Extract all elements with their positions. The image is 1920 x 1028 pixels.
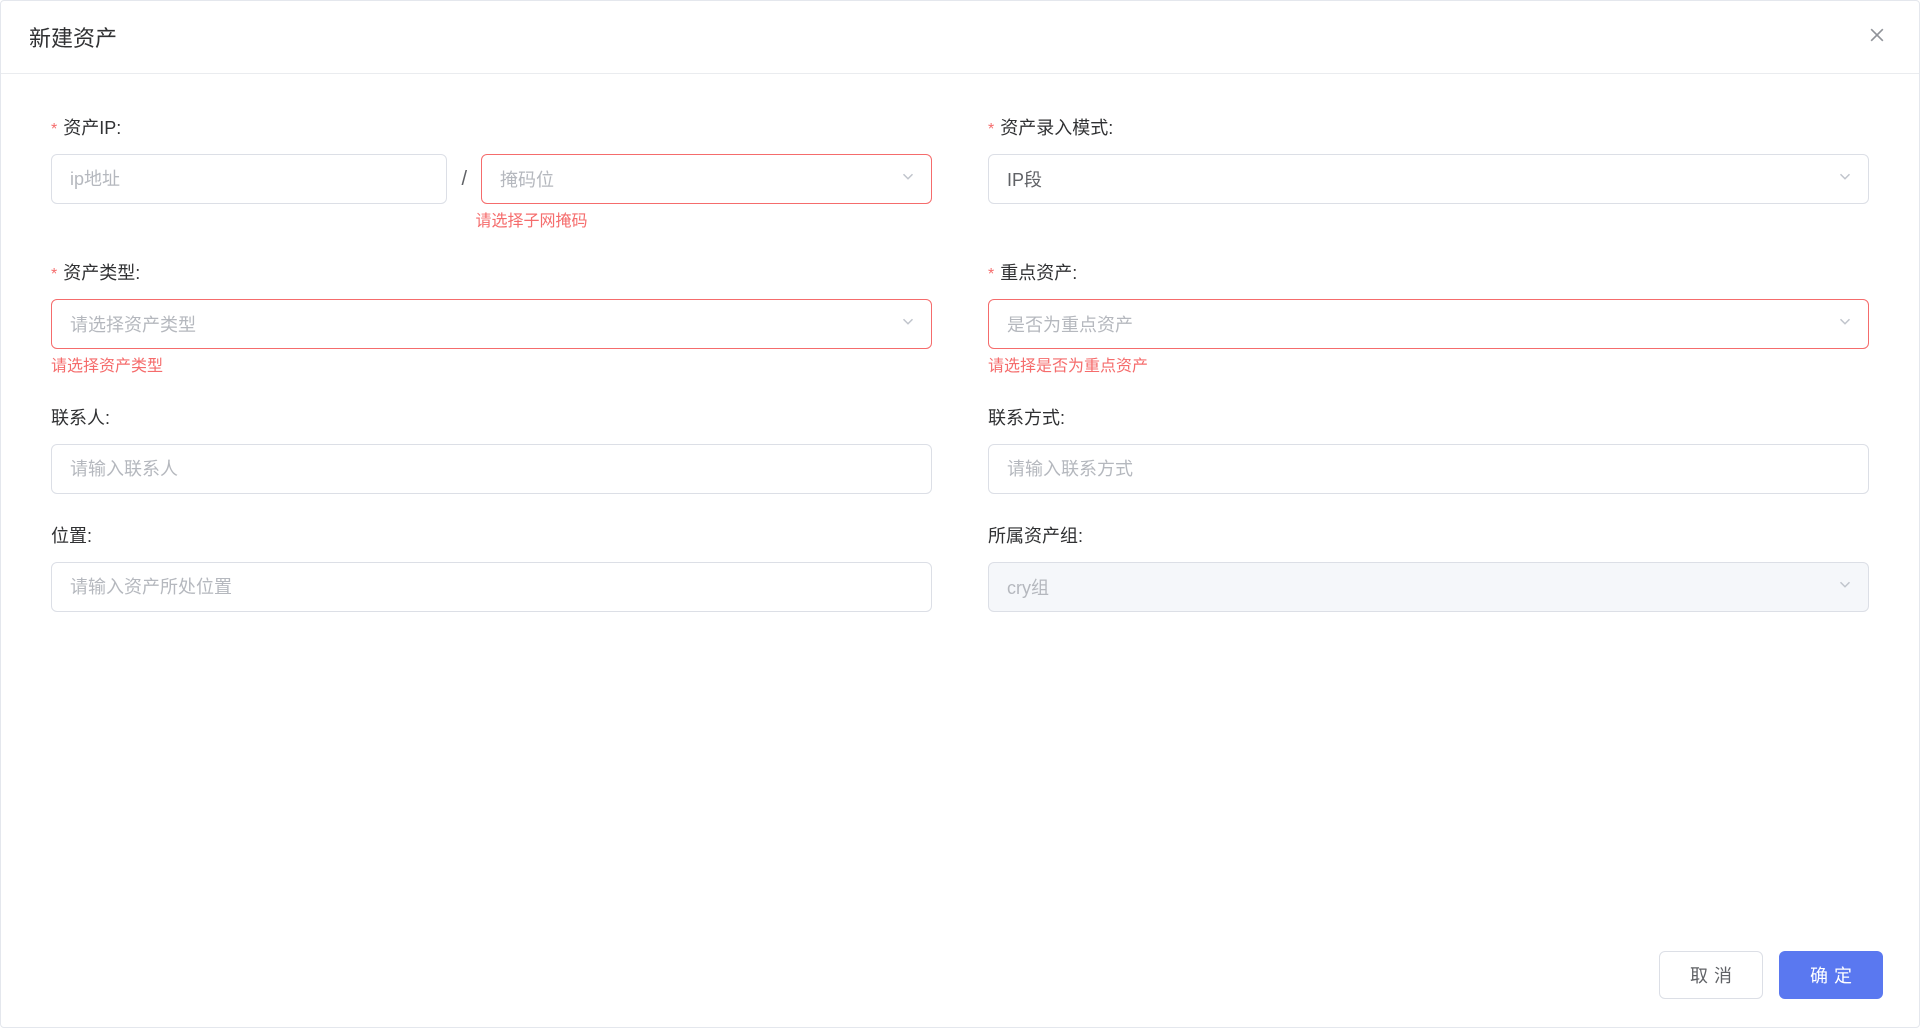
asset-ip-row: / 掩码位 — [51, 154, 932, 204]
chevron-down-icon — [899, 168, 917, 191]
contact-person-input[interactable] — [51, 444, 932, 494]
close-icon — [1867, 25, 1887, 45]
key-asset-select[interactable]: 是否为重点资产 — [988, 299, 1869, 349]
location-label: 位置: — [51, 522, 932, 548]
form-item-asset-type: * 资产类型: 请选择资产类型 请选择资产类型 — [51, 259, 932, 376]
location-input[interactable] — [51, 562, 932, 612]
required-mark: * — [51, 266, 57, 284]
form-item-contact-method: 联系方式: — [988, 404, 1869, 494]
label-text: 资产类型: — [63, 259, 140, 285]
dialog-body: * 资产IP: / 掩码位 请选择子网掩码 — [1, 74, 1919, 931]
dialog-footer: 取消 确定 — [1, 931, 1919, 1027]
required-mark: * — [988, 121, 994, 139]
chevron-down-icon — [1836, 576, 1854, 599]
subnet-mask-select[interactable]: 掩码位 — [481, 154, 932, 204]
contact-method-label: 联系方式: — [988, 404, 1869, 430]
select-value: cry组 — [1007, 574, 1049, 600]
chevron-down-icon — [1836, 313, 1854, 336]
form-item-entry-mode: * 资产录入模式: IP段 — [988, 114, 1869, 231]
required-mark: * — [988, 266, 994, 284]
asset-type-label: * 资产类型: — [51, 259, 932, 285]
asset-ip-label: * 资产IP: — [51, 114, 932, 140]
select-value: IP段 — [1007, 166, 1042, 192]
asset-group-label: 所属资产组: — [988, 522, 1869, 548]
chevron-down-icon — [1836, 168, 1854, 191]
form-item-location: 位置: — [51, 522, 932, 612]
contact-method-input[interactable] — [988, 444, 1869, 494]
required-mark: * — [51, 121, 57, 139]
select-value: 请选择资产类型 — [70, 311, 196, 337]
mask-select-wrap: 掩码位 — [481, 154, 932, 204]
new-asset-dialog: 新建资产 * 资产IP: / 掩码位 — [0, 0, 1920, 1028]
entry-mode-label: * 资产录入模式: — [988, 114, 1869, 140]
select-value: 掩码位 — [500, 166, 554, 192]
label-text: 重点资产: — [1000, 259, 1077, 285]
confirm-button[interactable]: 确定 — [1779, 951, 1883, 999]
ip-slash-separator: / — [457, 168, 471, 191]
select-value: 是否为重点资产 — [1007, 311, 1133, 337]
asset-type-error-message: 请选择资产类型 — [51, 357, 932, 376]
label-text: 资产录入模式: — [1000, 114, 1113, 140]
form-item-asset-group: 所属资产组: cry组 — [988, 522, 1869, 612]
label-text: 联系方式: — [988, 404, 1065, 430]
label-text: 所属资产组: — [988, 522, 1083, 548]
contact-person-label: 联系人: — [51, 404, 932, 430]
form-item-contact-person: 联系人: — [51, 404, 932, 494]
ip-address-input[interactable] — [51, 154, 447, 204]
label-text: 位置: — [51, 522, 92, 548]
key-asset-label: * 重点资产: — [988, 259, 1869, 285]
entry-mode-select[interactable]: IP段 — [988, 154, 1869, 204]
dialog-header: 新建资产 — [1, 1, 1919, 74]
form-item-asset-ip: * 资产IP: / 掩码位 请选择子网掩码 — [51, 114, 932, 231]
label-text: 联系人: — [51, 404, 110, 430]
label-text: 资产IP: — [63, 114, 121, 140]
close-button[interactable] — [1863, 21, 1891, 53]
mask-error-message: 请选择子网掩码 — [475, 212, 932, 231]
chevron-down-icon — [899, 313, 917, 336]
form-item-key-asset: * 重点资产: 是否为重点资产 请选择是否为重点资产 — [988, 259, 1869, 376]
dialog-title: 新建资产 — [29, 21, 117, 53]
cancel-button[interactable]: 取消 — [1659, 951, 1763, 999]
key-asset-error-message: 请选择是否为重点资产 — [988, 357, 1869, 376]
asset-type-select[interactable]: 请选择资产类型 — [51, 299, 932, 349]
form-grid: * 资产IP: / 掩码位 请选择子网掩码 — [51, 114, 1869, 640]
asset-group-select: cry组 — [988, 562, 1869, 612]
